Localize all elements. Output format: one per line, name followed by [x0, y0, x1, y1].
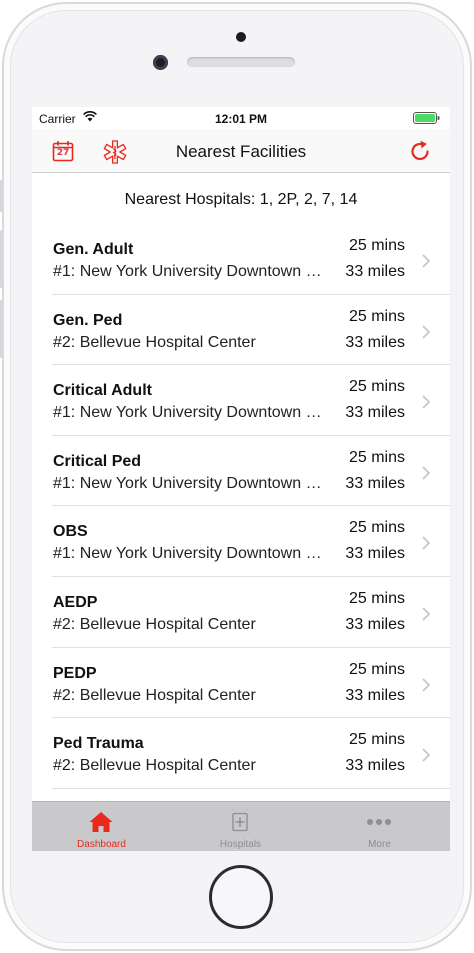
- chevron-right-icon: [422, 748, 430, 762]
- facility-category: PEDP: [53, 664, 97, 682]
- status-bar: Carrier 12:01 PM: [32, 107, 450, 129]
- tab-hospitals[interactable]: Hospitals: [171, 802, 310, 851]
- travel-time: 25 mins: [348, 237, 405, 254]
- distance: 33 miles: [345, 404, 405, 422]
- distance: 33 miles: [345, 545, 405, 563]
- battery-icon: [413, 112, 440, 124]
- chevron-right-icon: [422, 324, 430, 339]
- tab-more[interactable]: More: [310, 802, 449, 851]
- clock: 12:01 PM: [214, 112, 268, 126]
- list-item[interactable]: Gen. Adult #1: New York University Downt…: [32, 224, 450, 295]
- chevron-right-icon: [422, 536, 430, 551]
- proximity-sensor: [236, 32, 246, 42]
- front-camera: [153, 55, 168, 70]
- tab-hospitals-label: Hospitals: [219, 839, 262, 850]
- refresh-icon[interactable]: [408, 139, 432, 163]
- nearest-hospitals-summary: Nearest Hospitals: 1, 2P, 2, 7, 14: [124, 191, 358, 208]
- volume-down-button: [0, 300, 3, 358]
- travel-time: 25 mins: [348, 378, 405, 396]
- home-button[interactable]: [209, 865, 273, 929]
- chevron-right-icon: [422, 607, 430, 621]
- facility-category: OBS: [53, 523, 88, 541]
- phone-frame: Carrier 12:01 PM 27 Nearest Facilities N…: [2, 2, 472, 951]
- chevron-right-icon: [422, 395, 430, 409]
- distance: 33 miles: [345, 686, 405, 704]
- navigation-bar: 27 Nearest Facilities: [32, 129, 450, 173]
- facility-category: Critical Adult: [53, 382, 152, 400]
- more-icon: [367, 819, 391, 825]
- facility-hospital: #2: Bellevue Hospital Center: [53, 686, 256, 704]
- home-icon: [89, 812, 113, 832]
- tab-dashboard[interactable]: Dashboard: [32, 802, 171, 851]
- facility-hospital: #1: New York University Downtown Hospita…: [53, 404, 331, 422]
- list-item[interactable]: AEDP #2: Bellevue Hospital Center 25 min…: [32, 577, 450, 648]
- list-item[interactable]: PEDP #2: Bellevue Hospital Center 25 min…: [32, 648, 450, 719]
- distance: 33 miles: [345, 474, 405, 492]
- distance: 33 miles: [345, 615, 405, 633]
- facility-hospital: #1: New York University Downtown Hospita…: [53, 474, 331, 492]
- chevron-right-icon: [422, 466, 430, 480]
- chevron-right-icon: [422, 254, 430, 268]
- facility-category: Gen. Adult: [53, 241, 134, 258]
- facility-list: Gen. Adult #1: New York University Downt…: [32, 224, 450, 789]
- travel-time: 25 mins: [348, 519, 405, 537]
- list-item[interactable]: Critical Ped #1: New York University Dow…: [32, 436, 450, 507]
- facility-hospital: #1: New York University Downtown Hospita…: [53, 263, 331, 280]
- list-item[interactable]: Gen. Ped #2: Bellevue Hospital Center 25…: [32, 295, 450, 366]
- facility-hospital: #2: Bellevue Hospital Center: [53, 615, 256, 633]
- hospital-icon: [232, 812, 248, 832]
- earpiece-speaker: [187, 57, 295, 67]
- facility-category: Ped Trauma: [53, 735, 144, 753]
- distance: 33 miles: [345, 757, 405, 775]
- facility-hospital: #1: New York University Downtown Hospita…: [53, 545, 331, 563]
- volume-up-button: [0, 230, 3, 288]
- tab-more-label: More: [368, 839, 391, 850]
- travel-time: 25 mins: [348, 731, 405, 749]
- mute-switch: [0, 180, 3, 212]
- chevron-right-icon: [422, 677, 430, 692]
- app-screen: Carrier 12:01 PM 27 Nearest Facilities N…: [32, 107, 450, 851]
- facility-category: Critical Ped: [53, 452, 142, 470]
- list-item[interactable]: Ped Trauma #2: Bellevue Hospital Center …: [32, 718, 450, 789]
- facility-hospital: #2: Bellevue Hospital Center: [53, 757, 256, 775]
- travel-time: 25 mins: [348, 660, 405, 678]
- facility-category: Gen. Ped: [53, 311, 123, 329]
- facility-hospital: #2: Bellevue Hospital Center: [53, 333, 256, 351]
- facility-category: AEDP: [53, 593, 98, 611]
- list-item[interactable]: Critical Adult #1: New York University D…: [32, 365, 450, 436]
- list-item[interactable]: OBS #1: New York University Downtown Hos…: [32, 506, 450, 577]
- tab-dashboard-label: Dashboard: [77, 839, 126, 850]
- travel-time: 25 mins: [348, 448, 405, 466]
- tab-bar: Dashboard Hospitals More: [32, 801, 450, 851]
- page-title: Nearest Facilities: [175, 142, 307, 161]
- distance: 33 miles: [345, 333, 405, 351]
- travel-time: 25 mins: [348, 589, 405, 607]
- travel-time: 25 mins: [348, 307, 405, 325]
- distance: 33 miles: [345, 263, 405, 280]
